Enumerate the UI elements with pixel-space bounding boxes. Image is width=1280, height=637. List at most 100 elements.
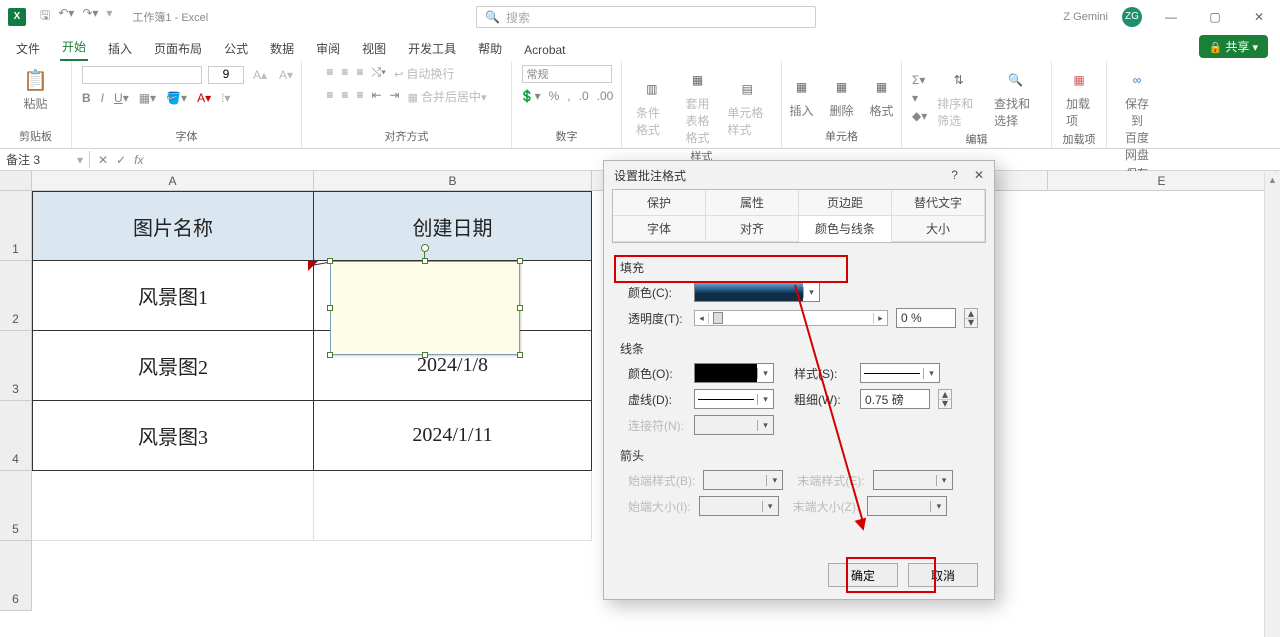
- font-color-button[interactable]: A▾: [197, 91, 211, 105]
- row-header-4[interactable]: 4: [0, 401, 32, 471]
- fill-icon[interactable]: ▾: [912, 91, 927, 105]
- cancel-button[interactable]: 取消: [908, 563, 978, 587]
- tab-formula[interactable]: 公式: [222, 36, 250, 61]
- line-dash-picker[interactable]: ▾: [694, 389, 774, 409]
- line-weight-spinner[interactable]: ▴▾: [938, 389, 952, 409]
- row-header-2[interactable]: 2: [0, 261, 32, 331]
- resize-handle[interactable]: [517, 352, 523, 358]
- tab-help[interactable]: 帮助: [476, 36, 504, 61]
- format-cells-button[interactable]: ▦格式: [865, 72, 899, 121]
- col-header-E[interactable]: E: [1048, 171, 1276, 190]
- select-all-corner[interactable]: [0, 171, 32, 190]
- slider-thumb[interactable]: [713, 312, 723, 324]
- resize-handle[interactable]: [327, 305, 333, 311]
- comment-box[interactable]: [330, 261, 520, 355]
- currency-icon[interactable]: 💲▾: [520, 89, 541, 103]
- minimize-button[interactable]: —: [1156, 10, 1186, 24]
- resize-handle[interactable]: [517, 305, 523, 311]
- sort-filter-button[interactable]: ⇅排序和筛选: [933, 65, 984, 131]
- row-header-1[interactable]: 1: [0, 191, 32, 261]
- font-size-select[interactable]: 9: [208, 66, 244, 84]
- conditional-format-button[interactable]: ▥条件格式: [632, 74, 672, 140]
- row-header-3[interactable]: 3: [0, 331, 32, 401]
- resize-handle[interactable]: [327, 352, 333, 358]
- percent-icon[interactable]: %: [549, 89, 560, 103]
- qat-customize-icon[interactable]: ▾: [106, 6, 112, 27]
- share-button[interactable]: 🔒 共享 ▾: [1199, 35, 1268, 58]
- resize-handle[interactable]: [422, 352, 428, 358]
- inc-decimal-icon[interactable]: .0: [579, 89, 589, 103]
- save-baidu-button[interactable]: ∞保存到 百度网盘: [1117, 65, 1157, 165]
- border-button[interactable]: ▦▾: [139, 91, 156, 105]
- wrap-text-button[interactable]: ↩ 自动换行: [394, 65, 454, 82]
- bold-button[interactable]: B: [82, 91, 91, 105]
- fill-color-button[interactable]: 🪣▾: [166, 91, 187, 105]
- tab-devtools[interactable]: 开发工具: [406, 36, 458, 61]
- user-avatar[interactable]: ZG: [1122, 7, 1142, 27]
- maximize-button[interactable]: ▢: [1200, 10, 1230, 24]
- save-icon[interactable]: 🖫: [40, 6, 50, 27]
- resize-handle[interactable]: [422, 258, 428, 264]
- row-header-5[interactable]: 5: [0, 471, 32, 541]
- dlg-tab-alttext[interactable]: 替代文字: [892, 190, 985, 216]
- align-center-icon[interactable]: ≡: [341, 88, 348, 105]
- cancel-formula-icon[interactable]: ✕: [98, 153, 108, 167]
- resize-handle[interactable]: [327, 258, 333, 264]
- phonetic-button[interactable]: ⁞▾: [221, 91, 230, 105]
- dialog-close-button[interactable]: ✕: [974, 168, 984, 182]
- tab-view[interactable]: 视图: [360, 36, 388, 61]
- font-family-select[interactable]: [82, 66, 202, 84]
- col-header-A[interactable]: A: [32, 171, 314, 190]
- tab-home[interactable]: 开始: [60, 34, 88, 61]
- decrease-font-icon[interactable]: A▾: [276, 65, 296, 85]
- transparency-slider[interactable]: ◂ ▸: [694, 310, 888, 326]
- dialog-help-button[interactable]: ?: [951, 168, 958, 182]
- col-header-B[interactable]: B: [314, 171, 592, 190]
- italic-button[interactable]: I: [101, 91, 104, 105]
- indent-inc-icon[interactable]: ⇥: [390, 88, 400, 105]
- tab-review[interactable]: 审阅: [314, 36, 342, 61]
- tab-data[interactable]: 数据: [268, 36, 296, 61]
- transparency-value[interactable]: 0 %: [896, 308, 956, 328]
- tab-layout[interactable]: 页面布局: [152, 36, 204, 61]
- merge-center-button[interactable]: ▦ 合并后居中▾: [408, 88, 487, 105]
- cell-style-button[interactable]: ▤单元格样式: [723, 74, 771, 140]
- slider-right-icon[interactable]: ▸: [873, 313, 887, 324]
- slider-left-icon[interactable]: ◂: [695, 313, 709, 324]
- line-color-picker[interactable]: ▾: [694, 363, 774, 383]
- dlg-tab-size[interactable]: 大小: [892, 216, 985, 242]
- align-bot-icon[interactable]: ≡: [356, 65, 363, 82]
- tab-acrobat[interactable]: Acrobat: [522, 39, 567, 61]
- dec-decimal-icon[interactable]: .00: [597, 89, 614, 103]
- number-format-select[interactable]: 常规: [522, 65, 612, 83]
- cell-B1[interactable]: 创建日期: [314, 191, 592, 261]
- row-header-6[interactable]: 6: [0, 541, 32, 611]
- enter-formula-icon[interactable]: ✓: [116, 153, 126, 167]
- rotate-handle[interactable]: [421, 244, 429, 252]
- fill-color-picker[interactable]: ▾: [694, 282, 820, 302]
- close-window-button[interactable]: ✕: [1244, 10, 1274, 24]
- transparency-spinner[interactable]: ▴▾: [964, 308, 978, 328]
- clear-icon[interactable]: ◆▾: [912, 109, 927, 123]
- comment-indicator-icon[interactable]: [308, 261, 318, 271]
- insert-cells-button[interactable]: ▦插入: [785, 72, 819, 121]
- tab-insert[interactable]: 插入: [106, 36, 134, 61]
- tab-file[interactable]: 文件: [14, 36, 42, 61]
- undo-icon[interactable]: ↶▾: [58, 6, 74, 27]
- find-select-button[interactable]: 🔍查找和选择: [990, 65, 1041, 131]
- vertical-scrollbar[interactable]: ▲: [1264, 172, 1280, 637]
- dlg-tab-align[interactable]: 对齐: [706, 216, 799, 242]
- resize-handle[interactable]: [517, 258, 523, 264]
- line-style-picker[interactable]: ▾: [860, 363, 940, 383]
- addins-button[interactable]: ▦加载项: [1062, 65, 1096, 131]
- scroll-up-icon[interactable]: ▲: [1265, 172, 1280, 188]
- fx-icon[interactable]: fx: [134, 153, 143, 167]
- align-left-icon[interactable]: ≡: [326, 88, 333, 105]
- align-right-icon[interactable]: ≡: [356, 88, 363, 105]
- name-box[interactable]: 备注 3▾: [0, 151, 90, 168]
- align-mid-icon[interactable]: ≡: [341, 65, 348, 82]
- table-format-button[interactable]: ▦套用 表格格式: [678, 65, 718, 148]
- cell-A3[interactable]: 风景图2: [32, 331, 314, 401]
- paste-button[interactable]: 📋 粘贴: [19, 65, 53, 114]
- cell-A4[interactable]: 风景图3: [32, 401, 314, 471]
